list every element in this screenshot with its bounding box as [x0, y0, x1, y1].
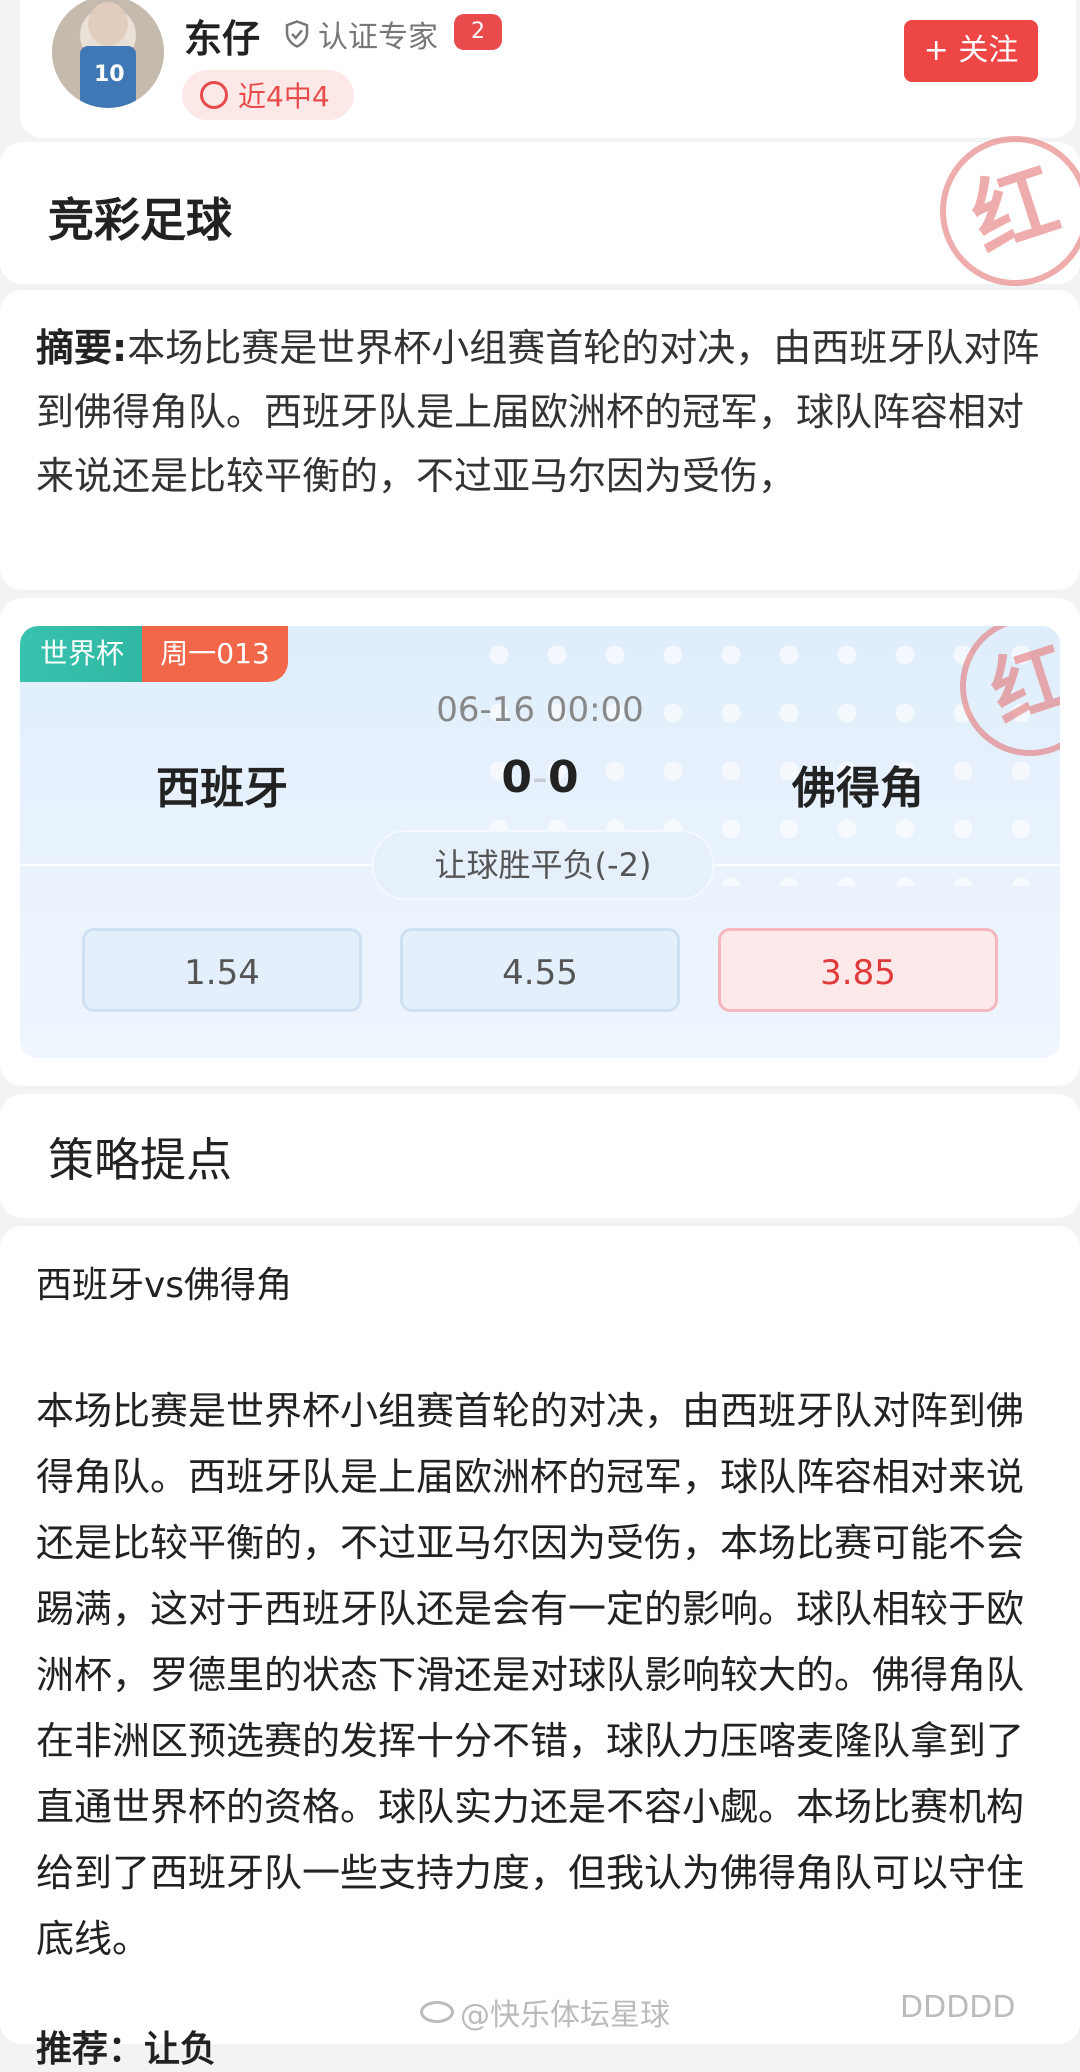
- avatar-jersey-number: 10: [94, 62, 125, 87]
- avatar[interactable]: 10: [52, 0, 164, 108]
- analysis-subtitle: 西班牙vs佛得角: [36, 1265, 293, 1306]
- red-stamp-icon: 红: [920, 116, 1080, 306]
- odds-draw[interactable]: 4.55: [400, 928, 680, 1012]
- analysis-text: 本场比赛是世界杯小组赛首轮的对决，由西班牙队对阵到佛得角队。西班牙队是上届欧洲杯…: [36, 1389, 1025, 1961]
- follow-button[interactable]: + 关注: [904, 20, 1038, 82]
- username[interactable]: 东仔: [184, 8, 260, 63]
- match-number-tag: 周一013: [142, 626, 288, 682]
- watermark: @快乐体坛星球: [420, 1990, 670, 2034]
- section-strategy: 策略提点: [0, 1094, 1080, 1218]
- score-separator: -: [532, 752, 548, 803]
- section-lottery: 竞彩足球 红: [0, 116, 1080, 306]
- market-label: 让球胜平负(-2): [372, 830, 714, 900]
- avatar-head: [88, 2, 128, 46]
- streak-badge: 近4中4: [182, 70, 354, 120]
- recommendation: 推荐：让负: [36, 2029, 217, 2070]
- summary-label: 摘要:: [36, 326, 128, 370]
- summary-text: 摘要:本场比赛是世界杯小组赛首轮的对决，由西班牙队对阵到佛得角队。西班牙队是上届…: [36, 316, 1056, 508]
- analysis-body: 西班牙vs佛得角 本场比赛是世界杯小组赛首轮的对决，由西班牙队对阵到佛得角队。西…: [0, 1226, 1080, 2070]
- match-time: 06-16 00:00: [436, 690, 644, 730]
- summary-card: 摘要:本场比赛是世界杯小组赛首轮的对决，由西班牙队对阵到佛得角队。西班牙队是上届…: [0, 290, 1080, 590]
- odds-loss-selected[interactable]: 3.85: [718, 928, 998, 1012]
- home-team: 西班牙: [156, 763, 288, 814]
- summary-body: 本场比赛是世界杯小组赛首轮的对决，由西班牙队对阵到佛得角队。西班牙队是上届欧洲杯…: [36, 326, 1040, 498]
- match-section: 世界杯 周一013 红 06-16 00:00 西班牙 0-0 佛得角 让球胜平…: [0, 598, 1080, 1086]
- watermark-right: DDDDD: [900, 1990, 1016, 2025]
- certified-expert-label: 认证专家: [282, 12, 438, 56]
- away-team: 佛得角: [792, 763, 924, 814]
- cert-text: 认证专家: [318, 20, 438, 55]
- match-card[interactable]: 世界杯 周一013 红 06-16 00:00 西班牙 0-0 佛得角 让球胜平…: [20, 626, 1060, 1058]
- shield-check-icon: [285, 20, 309, 48]
- streak-text: 近4中4: [238, 80, 330, 113]
- cert-count-badge: 2: [454, 14, 502, 50]
- home-score: 0: [501, 752, 533, 803]
- expert-header: 10 东仔 认证专家 2 近4中4 + 关注: [20, 0, 1076, 138]
- league-tag: 世界杯: [20, 626, 144, 682]
- match-score: 0-0: [490, 752, 590, 803]
- football-icon: [200, 81, 228, 109]
- section-title: 竞彩足球: [48, 193, 232, 247]
- odds-win[interactable]: 1.54: [82, 928, 362, 1012]
- away-score: 0: [547, 752, 579, 803]
- watermark-text: @快乐体坛星球: [460, 1998, 670, 2033]
- weibo-icon: [420, 2001, 454, 2023]
- strategy-title: 策略提点: [48, 1133, 232, 1187]
